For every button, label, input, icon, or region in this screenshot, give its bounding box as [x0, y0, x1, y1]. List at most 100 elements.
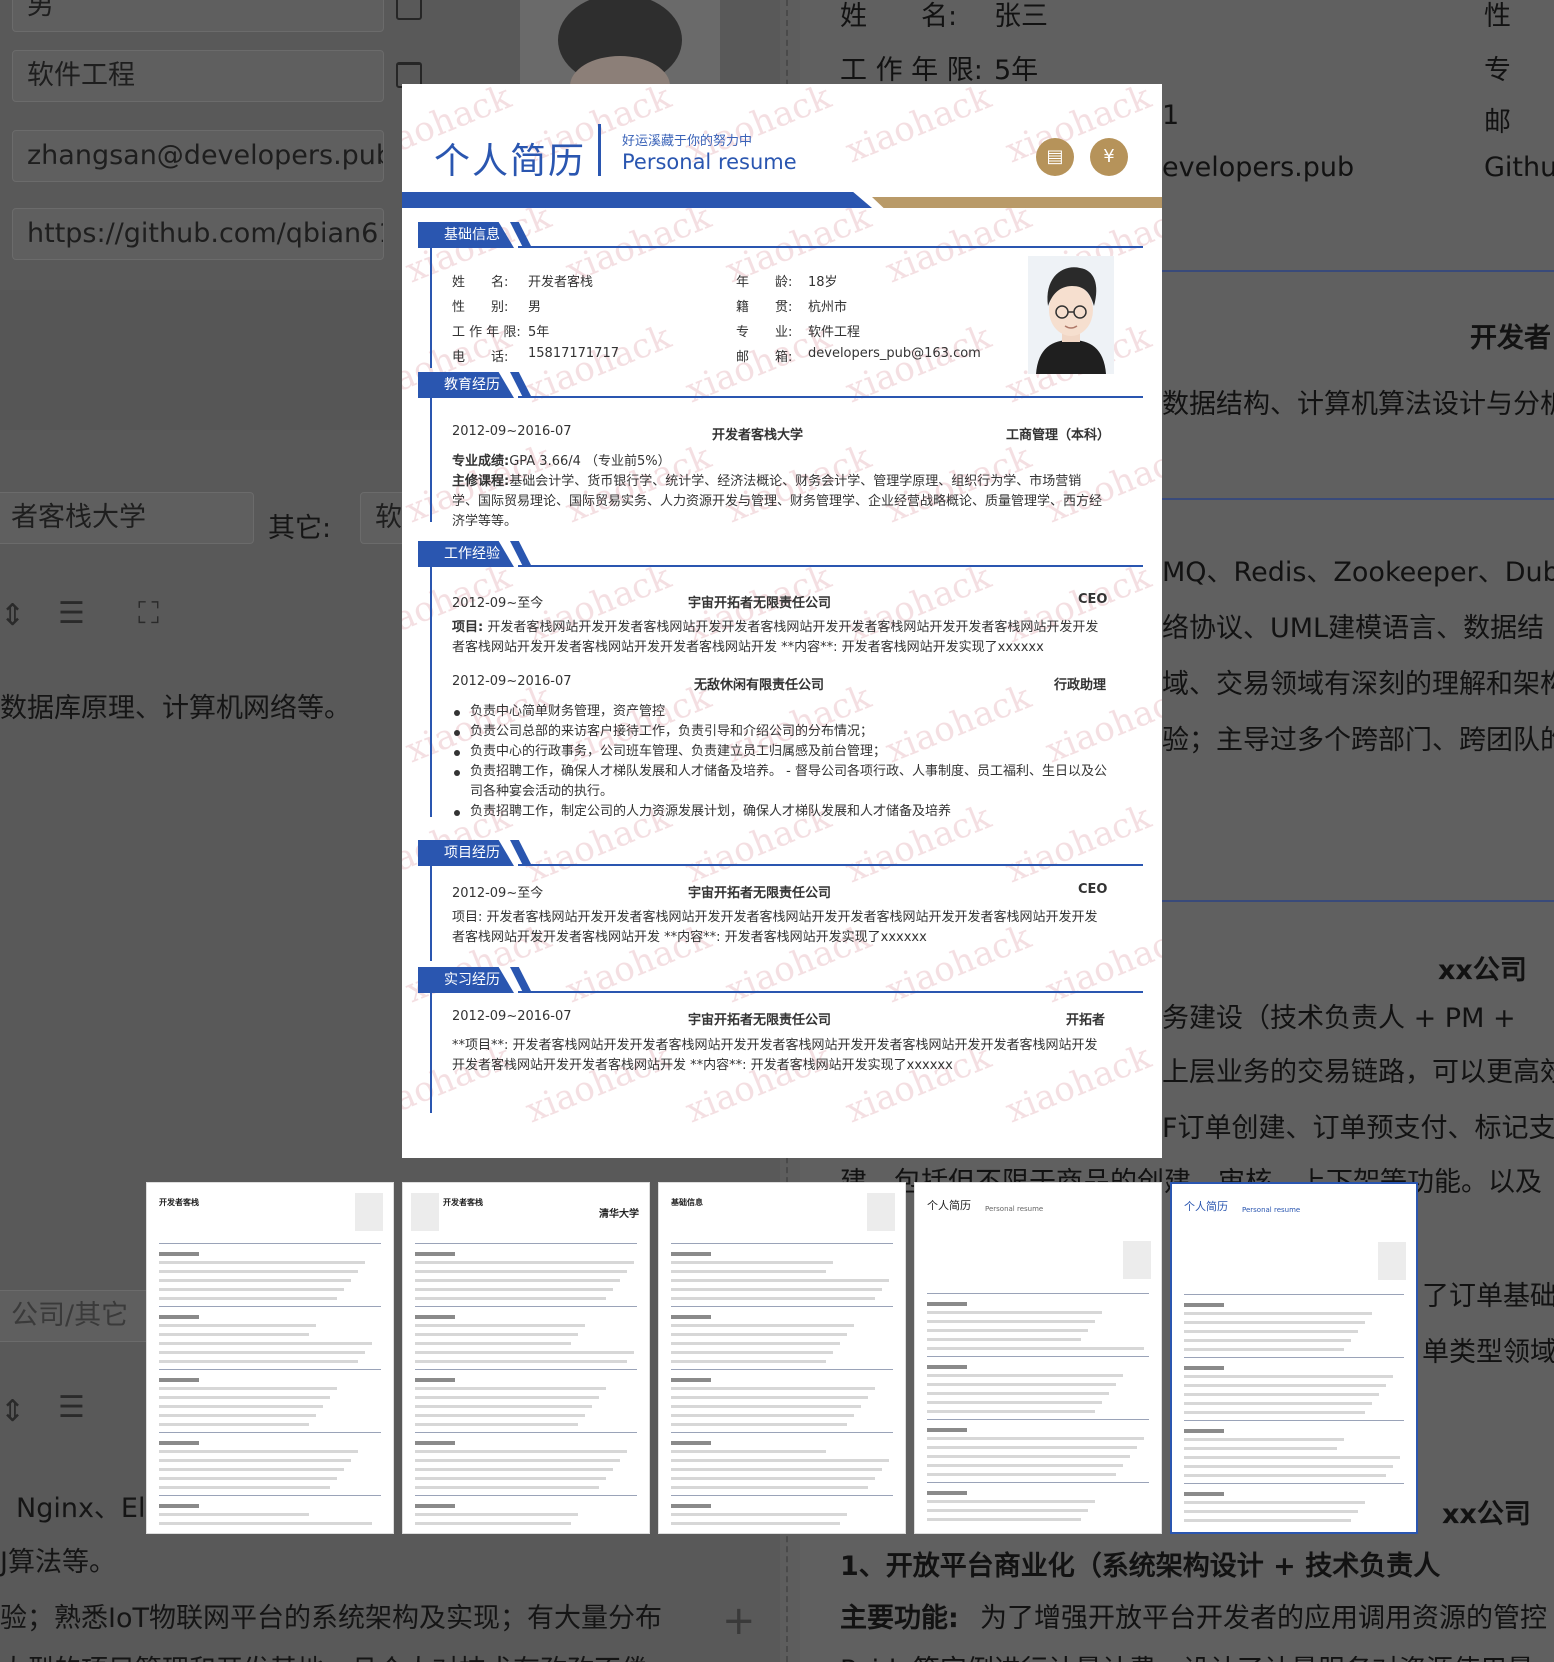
thumb-line [1184, 1456, 1400, 1459]
section-title: 基础信息 [418, 222, 514, 248]
field-value: 男 [528, 300, 542, 315]
thumb-line [927, 1392, 1109, 1395]
field-value: 5年 [528, 325, 550, 340]
sort-icon[interactable]: ⇕ [0, 1394, 25, 1429]
thumb-line [159, 1423, 309, 1426]
thumb-line [1184, 1375, 1393, 1378]
template-thumb-2[interactable]: 开发者客栈 清华大学 [402, 1182, 650, 1534]
thumb-line [671, 1495, 893, 1496]
thumb-line [927, 1401, 1102, 1404]
list-icon[interactable]: ☰ [58, 1390, 85, 1425]
coin-icon[interactable]: ¥ [1090, 138, 1128, 176]
thumb-line [415, 1252, 455, 1256]
watermark: xiaohack [840, 84, 997, 172]
thumb-line [159, 1396, 330, 1399]
thumb-line [671, 1315, 711, 1319]
project-desc: 了订单基础 [1422, 1281, 1554, 1312]
thumb-line [927, 1320, 1095, 1323]
header-bar [402, 192, 872, 208]
template-thumb-4[interactable]: 个人简历 Personal resume [914, 1182, 1162, 1534]
divider [1162, 900, 1554, 902]
skill-text: 验；主导过多个跨部门、跨团队的 [1162, 725, 1554, 756]
thumb-line [415, 1261, 634, 1264]
list-icon[interactable]: ☰ [58, 596, 85, 631]
thumb-line [159, 1504, 199, 1508]
thumb-line [927, 1455, 1130, 1458]
github-field[interactable]: https://github.com/qbian61 [12, 208, 384, 260]
thumb-line [159, 1342, 372, 1345]
project-desc: 为了增强开放平台开发者的应用调用资源的管控 [980, 1603, 1547, 1634]
thumb-line [415, 1459, 620, 1462]
thumb-line [671, 1252, 711, 1256]
email-field[interactable]: zhangsan@developers.pub [12, 130, 384, 182]
github-label: Githu [1484, 152, 1554, 183]
thumb-line [415, 1342, 571, 1345]
thumb-line [1184, 1474, 1386, 1477]
thumb-line [415, 1270, 627, 1273]
years-value: 5年 [994, 55, 1039, 86]
thumb-line [159, 1522, 372, 1525]
job-desc: 项目: 开发者客栈网站开发开发者客栈网站开发开发者客栈网站开发开发者客栈网站开发… [452, 620, 1099, 655]
save-icon[interactable]: ▤ [1036, 138, 1074, 176]
skill-text: 域、交易领域有深刻的理解和架构 [1162, 669, 1554, 700]
thumb-line [671, 1351, 833, 1354]
resume-preview: xiaohack xiaohack xiaohack xiaohack xiaohack… [402, 84, 1162, 1158]
thumb-line [1184, 1321, 1365, 1324]
thumb-line [1184, 1519, 1351, 1522]
thumb-line [415, 1522, 571, 1525]
job-duties: 负责中心简单财务管理，资产管控 负责公司总部的来访客户接待工作，负责引导和介绍公… [452, 702, 1112, 822]
thumb-line [415, 1441, 455, 1445]
other-label: 其它: [268, 513, 332, 544]
fullscreen-icon[interactable]: ⛶ [138, 596, 159, 631]
thumb-line [415, 1315, 455, 1319]
thumb-line [159, 1405, 323, 1408]
thumb-line [159, 1243, 381, 1244]
thumb-line [1184, 1420, 1404, 1421]
template-thumb-3[interactable]: 基础信息 [658, 1182, 906, 1534]
list-item: 负责中心的行政事务，公司班车管理、负责建立员工归属感及前台管理； [452, 742, 1112, 762]
thumb-line [671, 1405, 861, 1408]
thumb-line [415, 1468, 613, 1471]
edu-gpa: 专业成绩:GPA 3.66/4 （专业前5%） [452, 454, 671, 469]
thumb-line [671, 1243, 893, 1244]
intern-role: 开拓者 [1066, 1013, 1106, 1028]
section-title: 教育经历 [418, 372, 514, 398]
trash-icon[interactable] [396, 0, 422, 20]
thumb-line [1184, 1393, 1379, 1396]
thumb-line [159, 1261, 365, 1264]
major-field[interactable]: 软件工程 [12, 50, 384, 102]
resume-title: 个人简历 [434, 141, 587, 182]
thumb-subtitle: Personal resume [1242, 1206, 1301, 1214]
thumb-line [415, 1405, 592, 1408]
project-title: 1、开放平台商业化（系统架构设计 + 技术负责人 [840, 1551, 1441, 1582]
list-item: 负责招聘工作，制定公司的人力资源发展计划，确保人才梯队发展和人才储备及培养 [452, 802, 1112, 822]
gender-field[interactable]: 男 [12, 0, 384, 32]
sort-icon[interactable]: ⇕ [0, 598, 25, 633]
thumb-line [671, 1432, 893, 1433]
company-name: xx公司 [1442, 1499, 1531, 1530]
thumb-avatar [1378, 1242, 1406, 1280]
email-label: 邮 [1484, 107, 1511, 138]
thumb-line [1184, 1402, 1372, 1405]
list-item: 负责中心简单财务管理，资产管控 [452, 702, 1112, 722]
template-thumb-1[interactable]: 开发者客栈 [146, 1182, 394, 1534]
thumb-line [927, 1428, 967, 1432]
section-title: 工作经验 [418, 541, 514, 567]
add-button[interactable]: + [722, 1598, 756, 1644]
thumb-line [927, 1437, 1144, 1440]
thumb-line [927, 1302, 967, 1306]
thumb-line [927, 1482, 1149, 1483]
thumb-line [159, 1297, 337, 1300]
email-value: evelopers.pub [1162, 152, 1355, 183]
field-value: 18岁 [808, 275, 838, 290]
thumb-line [415, 1369, 637, 1370]
school-field[interactable]: 者客栈大学 [0, 492, 254, 544]
thumb-line [927, 1311, 1102, 1314]
major-label: 专 [1484, 55, 1511, 86]
job-company: 宇宙开拓者无限责任公司 [688, 596, 832, 611]
gender-label: 性 [1484, 1, 1511, 32]
thumb-line [159, 1333, 309, 1336]
slogan: 好运溪藏于你的努力中 [622, 134, 753, 149]
template-thumb-5[interactable]: 个人简历 Personal resume [1170, 1182, 1418, 1534]
thumb-line [1184, 1357, 1404, 1358]
